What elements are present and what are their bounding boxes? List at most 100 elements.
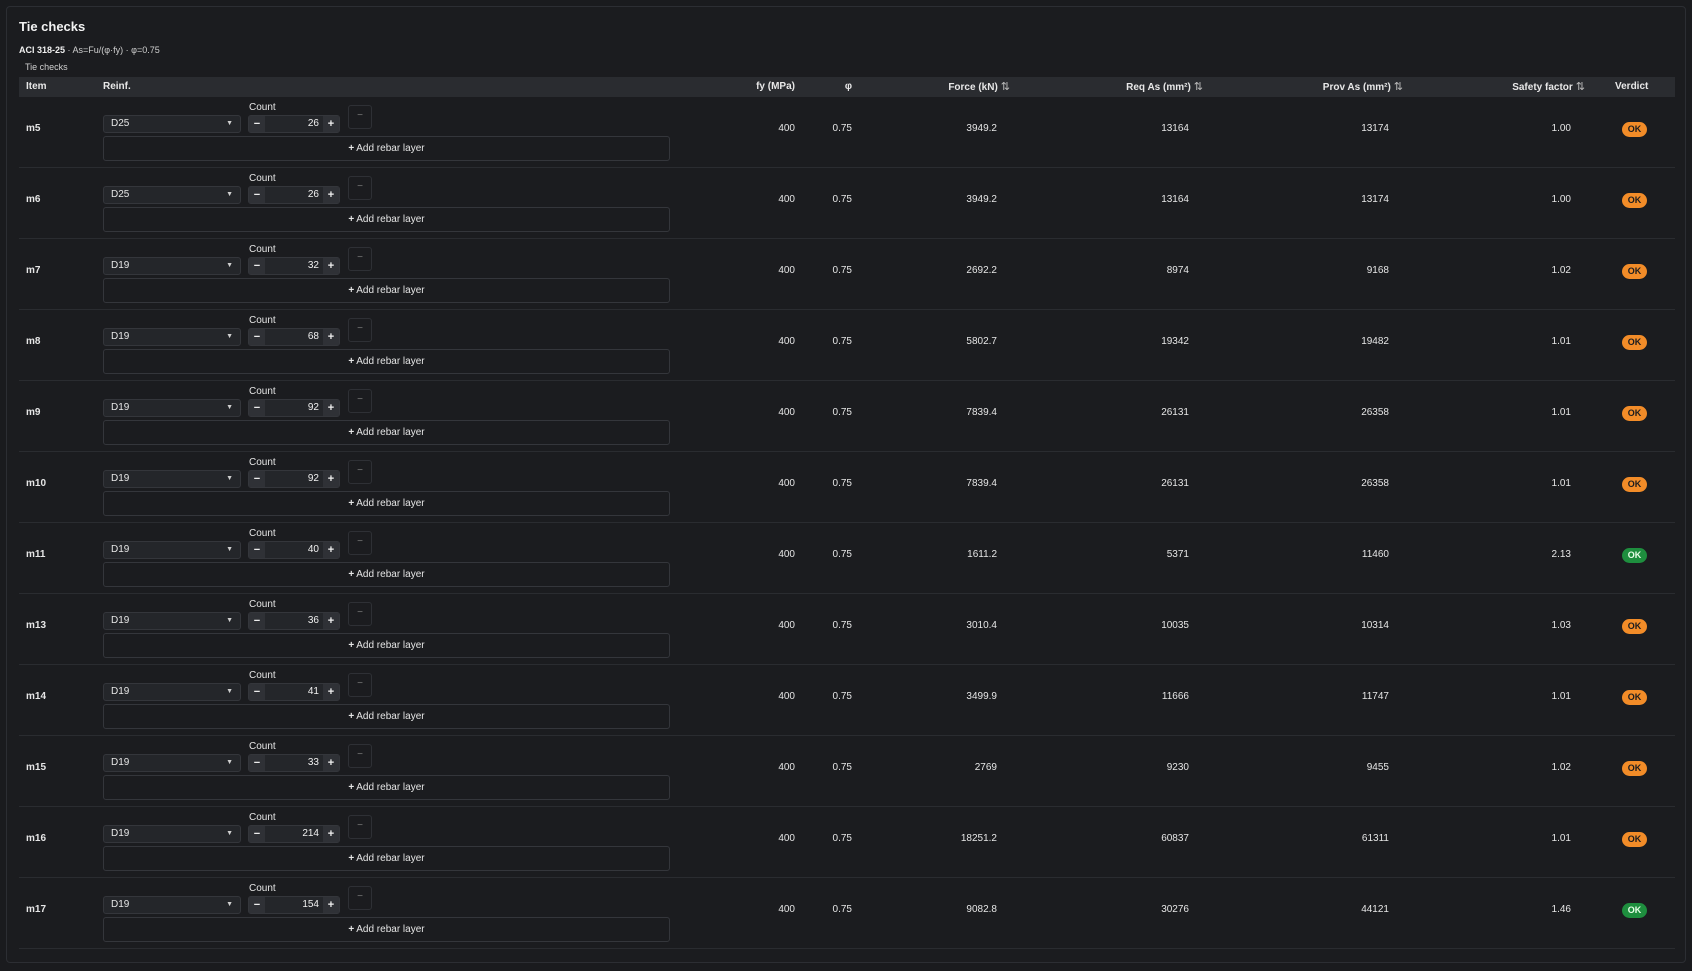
count-input[interactable]: 41 — [267, 684, 319, 700]
increment-button[interactable]: + — [323, 187, 339, 203]
bar-size-select[interactable]: D19 ▼ — [103, 612, 241, 630]
count-input[interactable]: 26 — [267, 116, 319, 132]
count-stepper: − 92 + — [248, 399, 340, 417]
add-rebar-layer-button[interactable]: + Add rebar layer — [103, 491, 670, 516]
remove-layer-button[interactable]: − — [348, 176, 372, 200]
remove-layer-button[interactable]: − — [348, 815, 372, 839]
add-rebar-layer-button[interactable]: + Add rebar layer — [103, 136, 670, 161]
add-rebar-layer-button[interactable]: + Add rebar layer — [103, 278, 670, 303]
decrement-button[interactable]: − — [249, 684, 265, 700]
decrement-button[interactable]: − — [249, 116, 265, 132]
force-value: 3949.2 — [966, 194, 997, 205]
remove-layer-button[interactable]: − — [348, 673, 372, 697]
decrement-button[interactable]: − — [249, 471, 265, 487]
fy-value: 400 — [778, 691, 795, 702]
remove-layer-button[interactable]: − — [348, 744, 372, 768]
bar-size-select[interactable]: D19 ▼ — [103, 399, 241, 417]
verdict-badge: OK — [1622, 122, 1647, 137]
table-row: m14 Count D19 ▼ − 41 + − + Add rebar layer… — [19, 665, 1675, 736]
bar-size-select[interactable]: D19 ▼ — [103, 328, 241, 346]
count-input[interactable]: 40 — [267, 542, 319, 558]
fy-value: 400 — [778, 123, 795, 134]
column-header-safety-factor[interactable]: Safety factor ⇅ — [1512, 77, 1585, 97]
count-input[interactable]: 92 — [267, 400, 319, 416]
remove-layer-button[interactable]: − — [348, 389, 372, 413]
count-input[interactable]: 154 — [267, 897, 319, 913]
count-input[interactable]: 92 — [267, 471, 319, 487]
increment-button[interactable]: + — [323, 329, 339, 345]
remove-layer-button[interactable]: − — [348, 318, 372, 342]
add-rebar-layer-button[interactable]: + Add rebar layer — [103, 633, 670, 658]
add-rebar-layer-button[interactable]: + Add rebar layer — [103, 562, 670, 587]
bar-size-select[interactable]: D19 ▼ — [103, 257, 241, 275]
bar-size-select[interactable]: D25 ▼ — [103, 186, 241, 204]
bar-size-select[interactable]: D19 ▼ — [103, 754, 241, 772]
verdict-badge: OK — [1622, 193, 1647, 208]
add-rebar-layer-button[interactable]: + Add rebar layer — [103, 704, 670, 729]
count-input[interactable]: 36 — [267, 613, 319, 629]
bar-size-select[interactable]: D19 ▼ — [103, 683, 241, 701]
increment-button[interactable]: + — [323, 613, 339, 629]
increment-button[interactable]: + — [323, 471, 339, 487]
increment-button[interactable]: + — [323, 258, 339, 274]
decrement-button[interactable]: − — [249, 187, 265, 203]
increment-button[interactable]: + — [323, 897, 339, 913]
increment-button[interactable]: + — [323, 116, 339, 132]
increment-button[interactable]: + — [323, 400, 339, 416]
phi-value: 0.75 — [832, 336, 852, 347]
decrement-button[interactable]: − — [249, 542, 265, 558]
decrement-button[interactable]: − — [249, 329, 265, 345]
formula-text: · As=Fu/(φ·fy) · φ=0.75 — [65, 45, 160, 55]
add-rebar-layer-button[interactable]: + Add rebar layer — [103, 775, 670, 800]
add-rebar-layer-label: Add rebar layer — [356, 285, 425, 296]
add-rebar-layer-button[interactable]: + Add rebar layer — [103, 917, 670, 942]
count-input[interactable]: 68 — [267, 329, 319, 345]
add-rebar-layer-button[interactable]: + Add rebar layer — [103, 349, 670, 374]
plus-icon: + — [348, 640, 355, 651]
bar-size-select[interactable]: D25 ▼ — [103, 115, 241, 133]
add-rebar-layer-button[interactable]: + Add rebar layer — [103, 420, 670, 445]
add-rebar-layer-button[interactable]: + Add rebar layer — [103, 846, 670, 871]
code-reference: ACI 318-25 — [19, 45, 66, 55]
count-stepper: − 26 + — [248, 186, 340, 204]
increment-button[interactable]: + — [323, 755, 339, 771]
count-input[interactable]: 32 — [267, 258, 319, 274]
column-header-item: Item — [26, 81, 47, 92]
decrement-button[interactable]: − — [249, 613, 265, 629]
decrement-button[interactable]: − — [249, 755, 265, 771]
column-header-force[interactable]: Force (kN) ⇅ — [948, 77, 1010, 97]
tie-check-rows: m5 Count D25 ▼ − 26 + − + Add rebar layer … — [19, 97, 1675, 949]
column-header-prov-as[interactable]: Prov As (mm²) ⇅ — [1323, 77, 1403, 97]
decrement-button[interactable]: − — [249, 400, 265, 416]
bar-size-select[interactable]: D19 ▼ — [103, 541, 241, 559]
tie-checks-panel: Tie checks ACI 318-25 · As=Fu/(φ·fy) · φ… — [6, 6, 1686, 963]
column-header-req-as[interactable]: Req As (mm²) ⇅ — [1126, 77, 1203, 97]
remove-layer-button[interactable]: − — [348, 247, 372, 271]
fy-value: 400 — [778, 336, 795, 347]
add-rebar-layer-button[interactable]: + Add rebar layer — [103, 207, 670, 232]
remove-layer-button[interactable]: − — [348, 602, 372, 626]
remove-layer-button[interactable]: − — [348, 105, 372, 129]
bar-size-select[interactable]: D19 ▼ — [103, 470, 241, 488]
count-input[interactable]: 33 — [267, 755, 319, 771]
force-value: 5802.7 — [966, 336, 997, 347]
count-input[interactable]: 26 — [267, 187, 319, 203]
bar-size-select[interactable]: D19 ▼ — [103, 825, 241, 843]
remove-layer-button[interactable]: − — [348, 460, 372, 484]
decrement-button[interactable]: − — [249, 897, 265, 913]
decrement-button[interactable]: − — [249, 258, 265, 274]
table-row: m16 Count D19 ▼ − 214 + − + Add rebar laye… — [19, 807, 1675, 878]
plus-icon: + — [348, 498, 355, 509]
decrement-button[interactable]: − — [249, 826, 265, 842]
increment-button[interactable]: + — [323, 542, 339, 558]
count-input[interactable]: 214 — [267, 826, 319, 842]
safety-factor-value: 2.13 — [1551, 549, 1571, 560]
prov-as-value: 13174 — [1361, 123, 1389, 134]
remove-layer-button[interactable]: − — [348, 886, 372, 910]
remove-layer-button[interactable]: − — [348, 531, 372, 555]
count-stepper: − 68 + — [248, 328, 340, 346]
increment-button[interactable]: + — [323, 826, 339, 842]
increment-button[interactable]: + — [323, 684, 339, 700]
req-as-value: 5371 — [1166, 549, 1189, 560]
bar-size-select[interactable]: D19 ▼ — [103, 896, 241, 914]
